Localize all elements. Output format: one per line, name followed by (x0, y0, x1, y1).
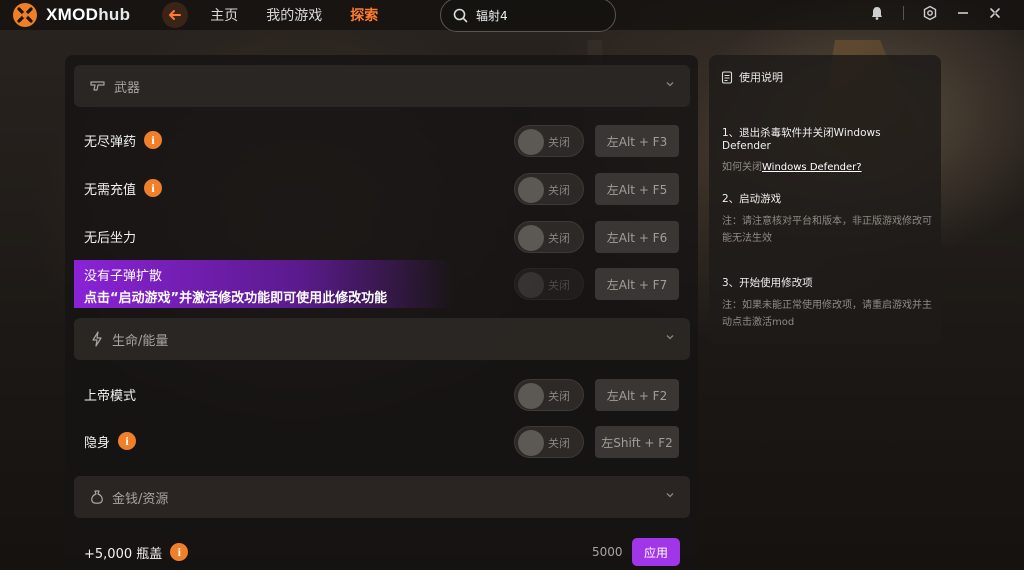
pistol-icon (90, 81, 105, 91)
step-title: 3、开始使用修改项 (722, 277, 813, 289)
mod-label-text: 隐身 (84, 435, 111, 451)
instructions-header: 使用说明 (721, 69, 929, 85)
hotkey-button[interactable]: 左Alt + F2 (595, 379, 679, 411)
mod-label-text: 无后坐力 (84, 230, 137, 246)
windows-defender-link[interactable]: Windows Defender? (762, 162, 862, 173)
hotkey-button[interactable]: 左Alt + F7 (595, 268, 679, 300)
divider (903, 6, 904, 20)
minimize-icon[interactable] (956, 6, 970, 20)
toggle-knob (518, 272, 544, 298)
section-title: 武器 (114, 80, 141, 96)
section-health[interactable]: 生命/能量 (74, 318, 690, 360)
arrow-left-icon (169, 10, 182, 20)
nav-home[interactable]: 主页 (210, 5, 238, 25)
mod-label: 上帝模式 (84, 385, 136, 404)
mod-label: 无尽弹药 i (84, 131, 163, 150)
instruction-step-2: 2、启动游戏 注：请注意核对平台和版本，非正版游戏修改可能无法生效 (722, 191, 932, 247)
step-description: 注：请注意核对平台和版本，非正版游戏修改可能无法生效 (722, 216, 932, 244)
mod-row-bottlecaps: +5,000 瓶盖 i 5000 应用 (74, 532, 690, 570)
search-box[interactable] (440, 0, 616, 32)
hotkey-button[interactable]: 左Alt + F6 (595, 221, 679, 253)
mod-toggle[interactable]: 关闭 (514, 125, 584, 157)
hotkey-button[interactable]: 左Shift + F2 (595, 426, 679, 458)
tooltip-mod-name: 没有子弹扩散 (84, 269, 163, 284)
toggle-state: 关闭 (548, 279, 570, 292)
notification-bell-icon[interactable] (869, 5, 885, 21)
section-title: 生命/能量 (112, 333, 169, 349)
mod-label-text: 无尽弹药 (84, 134, 137, 150)
mod-label-text: 上帝模式 (84, 388, 137, 404)
mod-label: 无需充值 i (84, 179, 163, 198)
amount-value[interactable]: 5000 (592, 545, 623, 559)
document-icon (721, 70, 733, 84)
step-desc-text: 如何关闭 (722, 162, 762, 173)
mod-label: +5,000 瓶盖 i (84, 543, 189, 562)
mod-label-text: +5,000 瓶盖 (84, 546, 163, 562)
apply-button[interactable]: 应用 (632, 538, 680, 566)
tooltip-message: 点击“启动游戏”并激活修改功能即可使用此修改功能 (84, 291, 388, 306)
mod-label-text: 无需充值 (84, 182, 137, 198)
chevron-down-icon (666, 493, 674, 498)
toggle-knob (518, 177, 544, 203)
step-title: 2、启动游戏 (722, 193, 782, 205)
toggle-knob (518, 383, 544, 409)
toggle-state: 关闭 (548, 232, 570, 245)
toggle-state: 关闭 (548, 437, 570, 450)
info-icon[interactable]: i (170, 543, 189, 561)
mod-toggle[interactable]: 关闭 (514, 268, 584, 300)
logo-icon (12, 2, 38, 28)
app-name-prefix: XMOD (46, 5, 99, 24)
mod-row-no-reload: 无需充值 i 关闭 左Alt + F5 (74, 168, 690, 208)
section-weapons[interactable]: 武器 (74, 65, 690, 107)
mod-toggle[interactable]: 关闭 (514, 221, 584, 253)
lightning-icon (92, 331, 102, 347)
mod-row-no-recoil: 无后坐力 关闭 左Alt + F6 (74, 216, 690, 256)
search-input[interactable] (476, 8, 596, 22)
chevron-down-icon (666, 335, 674, 340)
main-nav: 主页 我的游戏 探索 (210, 5, 378, 25)
mod-row-stealth: 隐身 i 关闭 左Shift + F2 (74, 421, 690, 461)
hotkey-button[interactable]: 左Alt + F3 (595, 125, 679, 157)
mod-toggle[interactable]: 关闭 (514, 379, 584, 411)
nav-explore[interactable]: 探索 (350, 5, 378, 25)
instruction-step-3: 3、开始使用修改项 注：如果未能正常使用修改项，请重启游戏并主动点击激活mod (722, 275, 932, 331)
instruction-step-1: 1、退出杀毒软件并关闭Windows Defender 如何关闭Windows … (722, 125, 932, 176)
toggle-knob (518, 129, 544, 155)
mod-label: 隐身 i (84, 432, 137, 451)
mod-toggle[interactable]: 关闭 (514, 173, 584, 205)
step-description: 如何关闭Windows Defender? (722, 159, 932, 176)
toggle-state: 关闭 (548, 390, 570, 403)
mod-row-infinite-ammo: 无尽弹药 i 关闭 左Alt + F3 (74, 120, 690, 160)
close-icon[interactable] (988, 6, 1002, 20)
section-title: 金钱/资源 (112, 491, 169, 507)
app-name: XMODhub (46, 5, 130, 25)
section-money[interactable]: 金钱/资源 (74, 476, 690, 518)
toggle-knob (518, 430, 544, 456)
app-name-suffix: hub (98, 5, 131, 24)
money-bag-icon (91, 490, 103, 504)
search-icon (453, 8, 468, 22)
back-button[interactable] (162, 2, 189, 28)
activation-tooltip: 没有子弹扩散 点击“启动游戏”并激活修改功能即可使用此修改功能 (74, 260, 454, 308)
toggle-state: 关闭 (548, 136, 570, 149)
window-controls (869, 5, 1002, 21)
chevron-down-icon (666, 82, 674, 87)
hotkey-button[interactable]: 左Alt + F5 (595, 173, 679, 205)
top-bar: XMODhub 主页 我的游戏 探索 (0, 0, 1024, 32)
instructions-title: 使用说明 (739, 71, 783, 84)
step-title: 1、退出杀毒软件并关闭Windows Defender (722, 127, 881, 152)
settings-icon[interactable] (922, 5, 938, 21)
info-icon[interactable]: i (144, 179, 163, 197)
step-description: 注：如果未能正常使用修改项，请重启游戏并主动点击激活mod (722, 300, 932, 328)
info-icon[interactable]: i (144, 131, 163, 149)
toggle-state: 关闭 (548, 184, 570, 197)
mod-row-god-mode: 上帝模式 关闭 左Alt + F2 (74, 374, 690, 414)
mod-label: 无后坐力 (84, 227, 136, 246)
instructions-panel: 使用说明 1、退出杀毒软件并关闭Windows Defender 如何关闭Win… (709, 55, 941, 344)
toggle-knob (518, 225, 544, 251)
info-icon[interactable]: i (118, 432, 137, 450)
app-logo[interactable]: XMODhub (12, 2, 130, 28)
nav-my-games[interactable]: 我的游戏 (266, 5, 322, 25)
mod-toggle[interactable]: 关闭 (514, 426, 584, 458)
